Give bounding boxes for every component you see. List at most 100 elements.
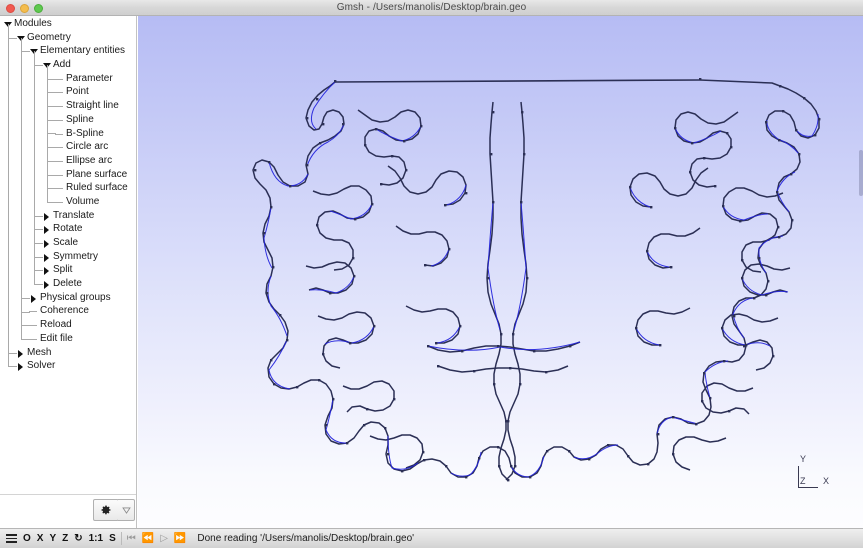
tree-item-label: Point [66,86,89,98]
brain-spline-overlay [263,81,819,478]
axis-label-y: Y [800,454,807,464]
status-button-label: Z [62,533,69,544]
tree-item-label: Split [53,264,73,276]
tree-item-label: Ruled surface [66,182,128,194]
brain-sulci-right [629,111,791,471]
tree-item-label: Symmetry [53,250,98,262]
tree-guide-stub [47,188,56,190]
tree-item-label: Reload [40,319,72,331]
tree-guide-stub [34,64,43,66]
tree-guide-stub [47,119,56,121]
tree-item-modules[interactable]: Modules [0,17,136,31]
tree-guide-stub [34,243,43,245]
tree-guide-stub [47,174,56,176]
module-tree-sidebar[interactable]: Modules Geometry Elementary entities Add Par… [0,16,137,528]
brain-outer-contour [252,79,820,478]
tree-guide-stub [34,270,43,272]
options-gear-button[interactable] [93,499,119,521]
status-button-rewind[interactable]: ⏪ [139,529,157,548]
status-button-label: Y [49,533,57,544]
brain-midline [427,101,581,481]
tree-item-label: Modules [14,18,52,29]
tree-guide-stub [21,325,30,327]
status-button-label: ▷ [160,533,168,544]
status-bar-divider [120,532,122,545]
tree-guide-line [21,37,22,339]
gmsh-window: Gmsh - /Users/manolis/Desktop/brain.geo … [0,0,863,548]
window-title: Gmsh - /Users/manolis/Desktop/brain.geo [336,2,527,13]
tree-item-label: Parameter [66,72,113,84]
tree-item-label: Edit file [40,332,73,344]
status-button-label: ⏩ [173,533,187,544]
status-button-view-y[interactable]: Y [46,529,59,548]
status-button-view-x[interactable]: X [34,529,47,548]
axis-label-x: X [823,476,830,486]
axis-y-line [798,466,799,488]
tree-item-label: Spline [66,113,94,125]
tree-guide-stub [21,338,30,340]
tree-guide-stub [47,78,56,80]
tree-guide-stub [34,284,43,286]
status-button-view-o[interactable]: O [20,529,34,548]
tree-guide-stub [47,147,56,149]
tree-item-label: B-Spline [66,127,104,139]
tree-guide-stub [8,366,17,368]
geometry-canvas[interactable]: Y Z X [138,16,863,528]
status-bar: O X Y Z ↻ 1:1 S ⏮ ⏪ ▷ ⏩ Done reading '/Users/manol… [0,528,863,548]
tree-guide-stub [8,352,17,354]
tree-guide-stub [34,229,43,231]
status-button-label: X [36,533,44,544]
tree-item-label: Translate [53,209,95,221]
brain-geometry-drawing [252,78,821,482]
status-button-skip-back[interactable]: ⏮ [124,529,139,548]
options-dropdown-button[interactable] [118,499,135,521]
tree-guide-stub [34,215,43,217]
status-button-rotate[interactable]: ↻ [71,529,85,548]
tree-item-label: Volume [66,195,100,207]
straight-line-top [334,79,701,83]
module-tree[interactable]: Modules Geometry Elementary entities Add Par… [0,16,136,373]
tree-item-label: Elementary entities [40,45,126,57]
axis-orientation-triad: Y Z X [791,454,835,500]
status-message: Done reading '/Users/manolis/Desktop/bra… [197,533,415,544]
tree-guide-stub [47,92,56,94]
tree-item-label: Rotate [53,223,83,235]
status-button-label: ↻ [74,533,83,544]
gear-icon [101,505,111,515]
canvas-scrollbar[interactable] [859,150,863,196]
status-button-scale-ratio[interactable]: 1:1 [86,529,106,548]
tree-item-label: Circle arc [66,141,109,153]
status-button-menu[interactable] [3,529,20,548]
tree-guide-stub [47,201,56,203]
status-button-view-z[interactable]: Z [59,529,71,548]
tree-item-mesh[interactable]: Mesh [0,346,136,360]
status-button-snapshot[interactable]: S [106,529,119,548]
tree-guide-stub [21,297,30,299]
status-button-label: 1:1 [88,533,104,544]
status-bar-buttons: O X Y Z ↻ 1:1 S ⏮ ⏪ ▷ ⏩ [3,529,189,548]
triangle-down-icon [121,506,131,514]
sidebar-toolbar [0,494,136,528]
tree-guide-line [8,23,9,367]
tree-guide-stub [34,256,43,258]
tree-item-label: Coherence [40,305,89,317]
hamburger-icon [6,534,17,543]
status-button-play[interactable]: ▷ [157,529,171,548]
tree-item-label: Physical groups [40,291,111,303]
tree-guide-stub [21,311,30,313]
status-button-label: O [23,533,31,544]
tree-item-solver[interactable]: Solver [0,359,136,373]
window-titlebar: Gmsh - /Users/manolis/Desktop/brain.geo [0,0,863,16]
tree-guide-stub [47,133,56,135]
tree-item-label: Straight line [66,100,119,112]
geometry-point-markers [254,78,821,482]
axis-x-line [798,487,818,488]
tree-item-label: Ellipse arc [66,154,113,166]
tree-item-label: Delete [53,278,82,290]
tree-guide-stub [47,160,56,162]
status-button-fast-forward[interactable]: ⏩ [171,529,189,548]
tree-guide-stub [8,37,17,39]
tree-item-label: Mesh [27,346,52,358]
tree-item-label: Add [53,59,71,71]
status-button-label: ⏮ [126,533,136,544]
